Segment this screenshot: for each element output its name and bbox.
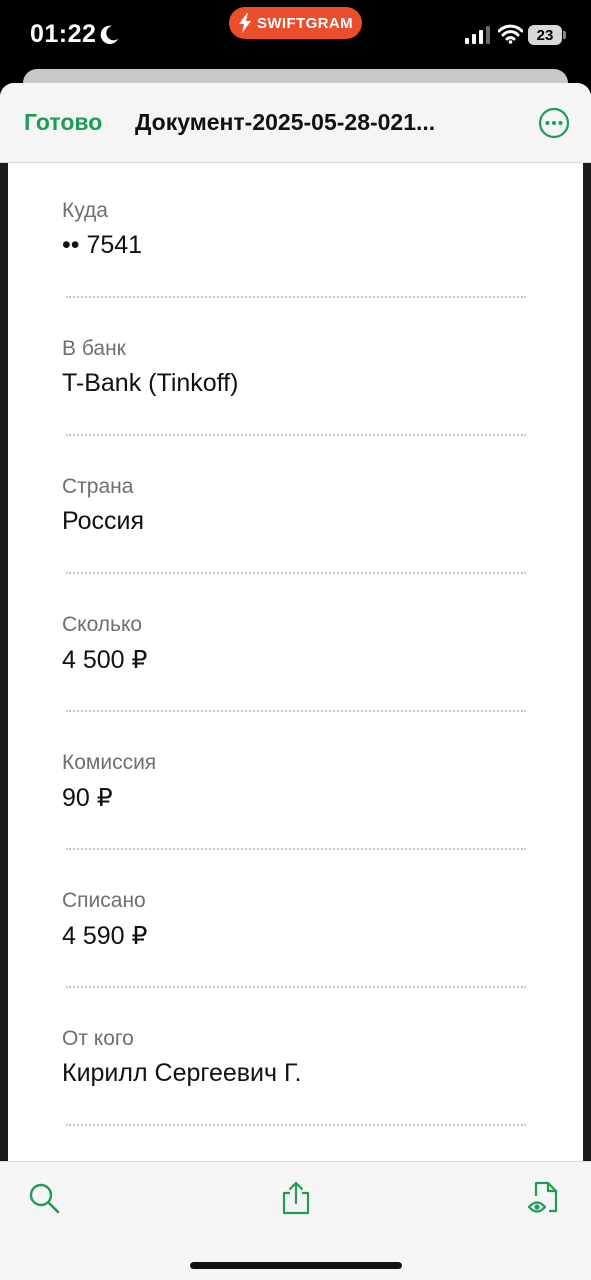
field-label: Списано (62, 889, 146, 912)
field-sender: От кого Кирилл Сергеевич Г. (62, 991, 526, 1129)
field-value: Кирилл Сергеевич Г. (62, 1059, 302, 1087)
dotted-divider (66, 572, 526, 574)
status-time: 01:22 (30, 20, 97, 48)
field-value: 90 ₽ (62, 784, 113, 812)
nav-bar: Готово Документ-2025-05-28-021... (0, 83, 591, 163)
home-indicator[interactable] (190, 1262, 402, 1269)
dotted-divider (66, 710, 526, 712)
dotted-divider (66, 434, 526, 436)
dotted-divider (66, 296, 526, 298)
field-label: Сколько (62, 613, 143, 636)
battery-indicator: 23 (528, 25, 562, 45)
screen: 01:22 SWIFTGRAM 23 Готово Документ-2025-… (0, 0, 591, 1280)
field-label: От кого (62, 1027, 134, 1050)
dotted-divider (66, 986, 526, 988)
field-value: T-Bank (Tinkoff) (62, 369, 239, 397)
dotted-divider (66, 1124, 526, 1126)
moon-icon (100, 25, 119, 44)
field-value: 4 500 ₽ (62, 646, 148, 674)
document-viewer-sheet: Готово Документ-2025-05-28-021... Куда •… (0, 83, 591, 1280)
field-value: •• 7541 (62, 231, 143, 259)
field-country: Страна Россия (62, 439, 526, 577)
document-preview-icon[interactable] (527, 1180, 561, 1216)
done-button[interactable]: Готово (24, 109, 102, 136)
field-value: Россия (62, 507, 144, 535)
battery-tip (563, 31, 566, 39)
bolt-icon (238, 13, 251, 33)
app-badge-label: SWIFTGRAM (256, 14, 354, 32)
field-destination: Куда •• 7541 (62, 163, 526, 301)
signal-icon (465, 26, 490, 44)
status-bar: 01:22 SWIFTGRAM 23 (0, 0, 591, 70)
wifi-icon (498, 24, 523, 44)
field-label: Страна (62, 475, 134, 498)
field-label: Комиссия (62, 751, 157, 774)
field-bank: В банк T-Bank (Tinkoff) (62, 301, 526, 439)
battery-level: 23 (536, 26, 554, 44)
app-badge[interactable]: SWIFTGRAM (229, 7, 362, 39)
document-title: Документ-2025-05-28-021... (135, 109, 436, 135)
share-icon[interactable] (279, 1180, 313, 1216)
field-amount: Сколько 4 500 ₽ (62, 577, 526, 715)
field-value: 4 590 ₽ (62, 922, 148, 950)
document-area[interactable]: Куда •• 7541 В банк T-Bank (Tinkoff) Стр… (0, 163, 591, 1161)
field-debited: Списано 4 590 ₽ (62, 853, 526, 991)
more-options-icon[interactable] (538, 107, 570, 139)
field-label: В банк (62, 337, 126, 360)
document-page: Куда •• 7541 В банк T-Bank (Tinkoff) Стр… (8, 163, 583, 1161)
dotted-divider (66, 848, 526, 850)
field-commission: Комиссия 90 ₽ (62, 715, 526, 853)
search-icon[interactable] (27, 1180, 61, 1216)
field-label: Куда (62, 199, 108, 222)
